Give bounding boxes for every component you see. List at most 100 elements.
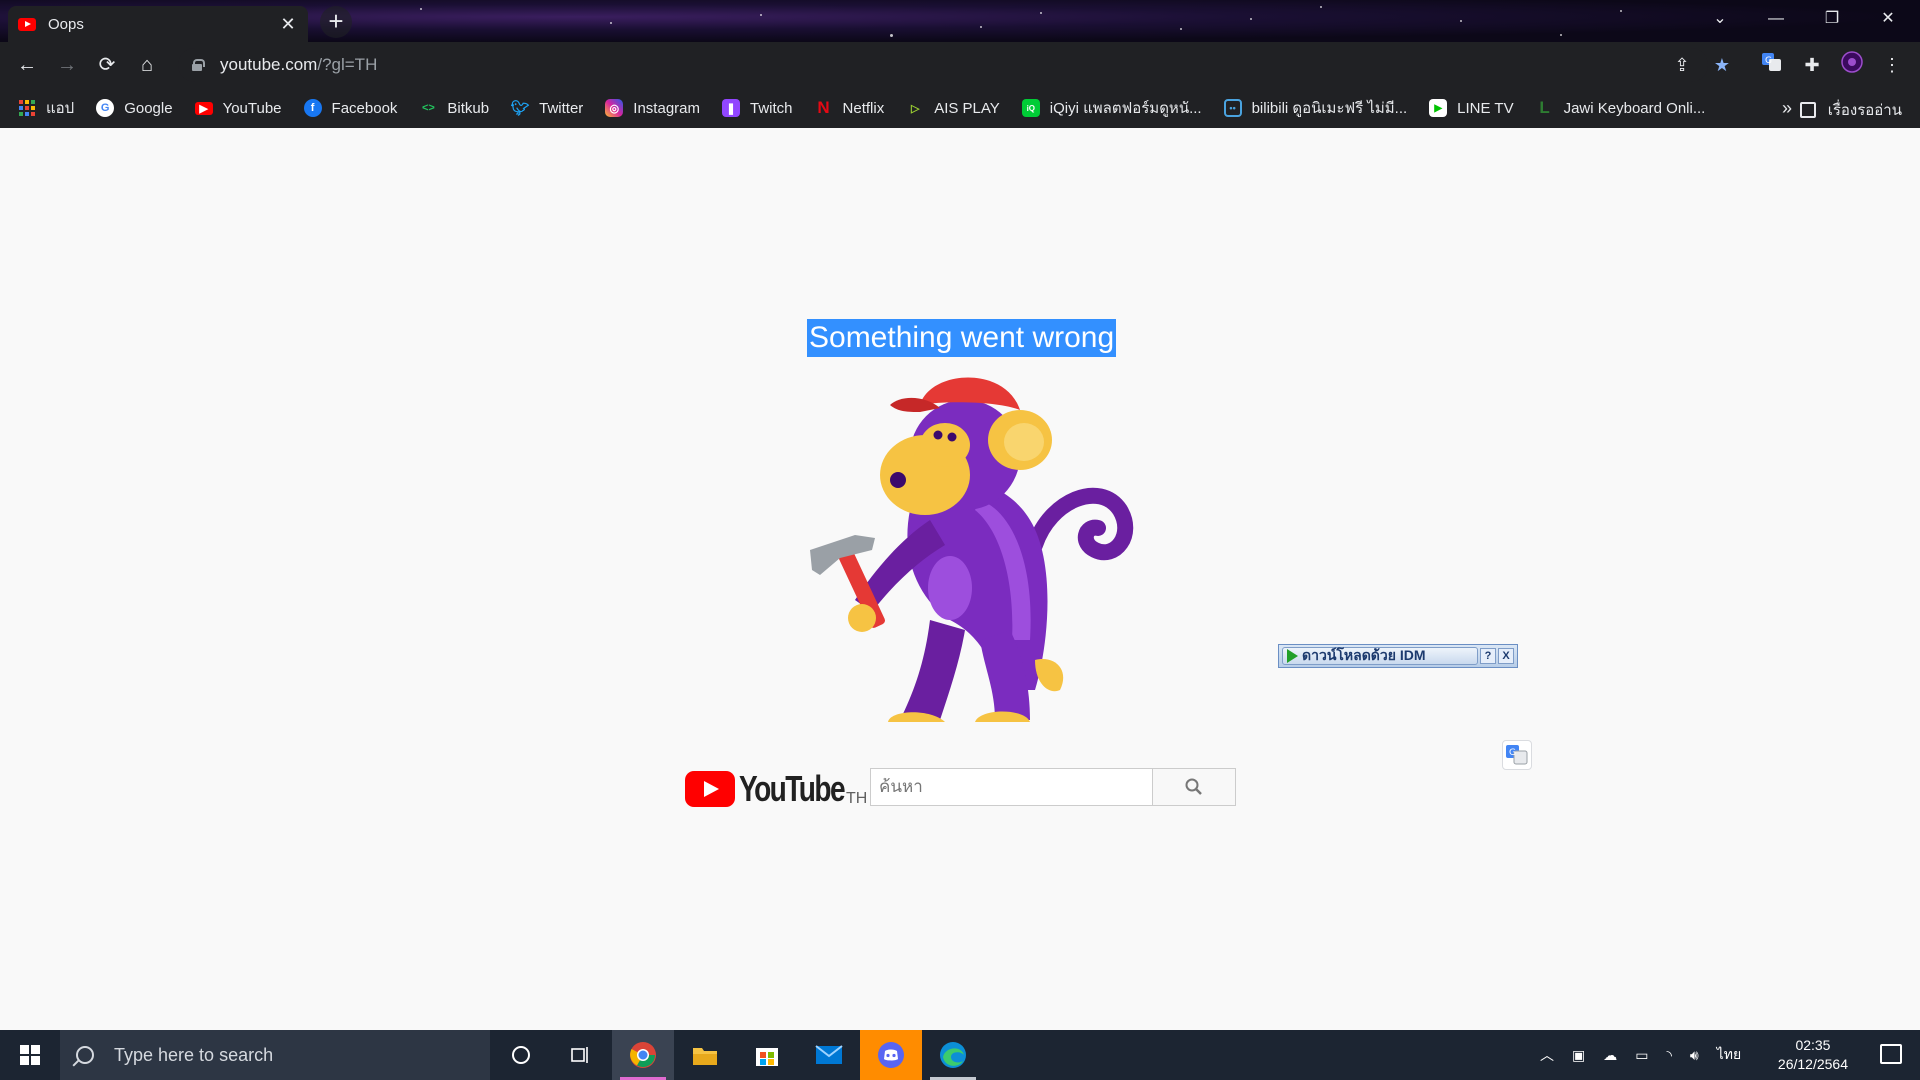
new-tab-button[interactable]: + xyxy=(320,6,352,38)
reading-list-button[interactable]: เรื่องรออ่าน xyxy=(1799,98,1902,122)
search-button[interactable] xyxy=(1152,768,1236,806)
page-translate-icon[interactable]: G xyxy=(1502,740,1532,770)
line-tv-icon: ▶ xyxy=(1429,99,1448,117)
cortana-icon[interactable] xyxy=(490,1030,552,1080)
lock-icon[interactable] xyxy=(192,59,205,71)
bookmark-apps[interactable]: แอป xyxy=(18,96,74,120)
bookmark-label: Bitkub xyxy=(447,99,490,117)
task-view-icon[interactable] xyxy=(550,1030,612,1080)
file-explorer-icon[interactable] xyxy=(674,1030,736,1080)
minimize-icon[interactable]: — xyxy=(1748,0,1804,38)
url-host: youtube.com xyxy=(220,55,318,74)
bookmark-label: Twitter xyxy=(539,99,584,117)
reading-list-label: เรื่องรออ่าน xyxy=(1827,102,1902,119)
bookmark-jawi-keyboard[interactable]: L Jawi Keyboard Onli... xyxy=(1536,98,1706,117)
facebook-icon: f xyxy=(303,99,322,117)
bookmark-google[interactable]: G Google xyxy=(96,99,173,117)
show-hidden-icons-icon[interactable]: ︿ xyxy=(1540,1045,1554,1065)
monkey-illustration xyxy=(810,377,1134,722)
reload-icon[interactable]: ⟳ xyxy=(92,50,122,80)
bookmark-label: Jawi Keyboard Onli... xyxy=(1563,99,1706,117)
search-icon xyxy=(1185,778,1202,795)
close-tab-icon[interactable]: ✕ xyxy=(278,14,298,35)
bookmark-label: Google xyxy=(124,99,173,117)
bookmark-bitkub[interactable]: <> Bitkub xyxy=(419,99,489,117)
jawi-icon: L xyxy=(1539,98,1550,117)
bookmark-netflix[interactable]: N Netflix xyxy=(815,98,885,117)
home-icon[interactable]: ⌂ xyxy=(132,50,162,80)
system-tray: ︿ ▣ ☁ ▭ ◝ 🔊︎ ไทย xyxy=(1540,1030,1741,1080)
taskbar-search-box[interactable]: Type here to search xyxy=(60,1030,490,1080)
tab-search-icon[interactable]: ⌄ xyxy=(1692,0,1748,38)
bookmark-instagram[interactable]: ◎ Instagram xyxy=(605,99,700,117)
bookmark-label: YouTube xyxy=(222,99,282,117)
youtube-wordmark: YouTube xyxy=(739,768,846,809)
meet-now-icon[interactable]: ▣ xyxy=(1572,1047,1585,1064)
restore-icon[interactable]: ❐ xyxy=(1804,0,1860,38)
translate-extension-icon[interactable]: G xyxy=(1758,51,1786,79)
youtube-favicon-icon xyxy=(18,17,36,31)
ais-play-icon: ▷ xyxy=(910,102,920,115)
share-icon[interactable]: ⇪ xyxy=(1668,51,1696,79)
play-icon xyxy=(1287,649,1298,663)
bookmark-twitter[interactable]: 🐦︎ Twitter xyxy=(511,99,584,118)
bookmarks-overflow-icon[interactable]: » xyxy=(1782,98,1792,119)
forward-icon[interactable]: → xyxy=(52,50,82,80)
microsoft-store-icon[interactable] xyxy=(736,1030,798,1080)
volume-icon[interactable]: 🔊︎ xyxy=(1690,1047,1699,1064)
youtube-logo[interactable]: YouTube TH xyxy=(685,768,867,810)
bookmark-twitch[interactable]: ❚ Twitch xyxy=(722,99,793,117)
bookmark-youtube[interactable]: ▶ YouTube xyxy=(194,99,282,117)
taskbar-chrome-icon[interactable] xyxy=(612,1030,674,1080)
bookmark-line-tv[interactable]: ▶ LINE TV xyxy=(1429,99,1514,117)
bookmark-label: AIS PLAY xyxy=(934,99,1000,117)
bookmark-label: iQiyi แพลตฟอร์มดูหนั... xyxy=(1049,100,1202,117)
netflix-icon: N xyxy=(817,98,830,117)
windows-taskbar: Type here to search ︿ ▣ ☁ ▭ ◝ 🔊︎ ไทย 02:… xyxy=(0,1030,1920,1080)
bookmark-label: bilibili ดูอนิเมะฟรี ไม่มี... xyxy=(1251,100,1408,117)
youtube-logo-mark: YouTube xyxy=(685,768,846,810)
bookmark-label: แอป xyxy=(46,100,75,117)
language-indicator[interactable]: ไทย xyxy=(1717,1044,1741,1066)
bookmark-star-icon[interactable]: ★ xyxy=(1708,51,1736,79)
bookmark-ais-play[interactable]: ▷ AIS PLAY xyxy=(906,99,1000,117)
idm-help-icon[interactable]: ? xyxy=(1480,648,1496,664)
browser-toolbar: ← → ⟳ ⌂ youtube.com /?gl=TH ⇪ ★ G ✚ ⋮ xyxy=(0,42,1920,88)
bookmark-label: Netflix xyxy=(842,99,885,117)
window-close-icon[interactable]: ✕ xyxy=(1860,0,1916,38)
extensions-puzzle-icon[interactable]: ✚ xyxy=(1798,51,1826,79)
battery-icon[interactable]: ▭ xyxy=(1635,1047,1648,1064)
windows-logo-icon xyxy=(20,1045,40,1065)
edge-icon[interactable] xyxy=(922,1030,984,1080)
idm-download-button[interactable]: ดาวน์โหลดด้วย IDM xyxy=(1282,647,1478,665)
start-button[interactable] xyxy=(0,1030,60,1080)
youtube-icon: ▶ xyxy=(194,101,213,115)
taskbar-search-placeholder: Type here to search xyxy=(114,1044,274,1065)
onedrive-icon[interactable]: ☁ xyxy=(1603,1047,1617,1064)
bookmarks-bar: แอป G Google ▶ YouTube f Facebook <> Bit… xyxy=(0,88,1920,128)
reading-list-icon xyxy=(1799,102,1816,118)
tab-active[interactable]: Oops ✕ xyxy=(8,6,308,42)
back-icon[interactable]: ← xyxy=(12,50,42,80)
bookmark-bilibili[interactable]: •• bilibili ดูอนิเมะฟรี ไม่มี... xyxy=(1223,96,1408,120)
error-title: Something went wrong xyxy=(807,319,1117,357)
notifications-icon[interactable] xyxy=(1880,1044,1902,1064)
mail-icon[interactable] xyxy=(798,1030,860,1080)
url-path: /?gl=TH xyxy=(317,55,378,74)
discord-icon[interactable] xyxy=(860,1030,922,1080)
profile-avatar-icon[interactable] xyxy=(1838,51,1866,79)
search-input[interactable] xyxy=(870,768,1152,806)
bookmark-label: Twitch xyxy=(750,99,793,117)
idm-close-icon[interactable]: X xyxy=(1498,648,1514,664)
twitch-icon: ❚ xyxy=(722,99,740,117)
clock-date: 26/12/2564 xyxy=(1777,1056,1848,1072)
bookmark-facebook[interactable]: f Facebook xyxy=(303,99,398,117)
address-bar[interactable]: youtube.com /?gl=TH xyxy=(178,48,1708,82)
network-icon[interactable]: ◝ xyxy=(1666,1047,1671,1064)
bookmark-label: Facebook xyxy=(331,99,398,117)
iqiyi-icon: iQ xyxy=(1021,99,1040,117)
taskbar-clock[interactable]: 02:35 26/12/2564 xyxy=(1778,1036,1848,1074)
bookmark-iqiyi[interactable]: iQ iQiyi แพลตฟอร์มดูหนั... xyxy=(1021,96,1202,120)
browser-menu-icon[interactable]: ⋮ xyxy=(1878,51,1906,79)
idm-download-label: ดาวน์โหลดด้วย IDM xyxy=(1302,647,1426,663)
